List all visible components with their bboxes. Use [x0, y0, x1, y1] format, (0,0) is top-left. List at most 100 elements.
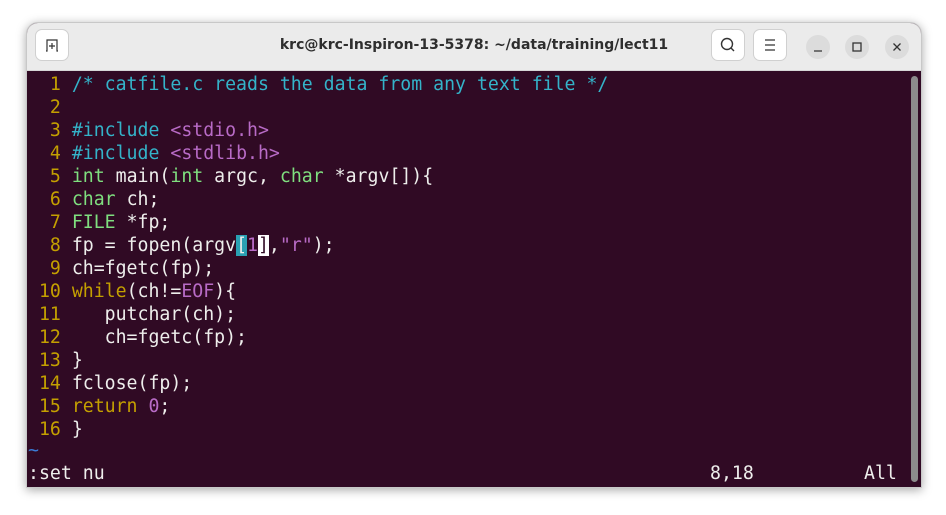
gutter-space [61, 350, 72, 371]
line-number: 13 [28, 350, 61, 371]
empty-line-tilde: ~ [28, 440, 39, 461]
gutter-space [61, 327, 72, 348]
gutter-space [61, 166, 72, 187]
close-icon [893, 43, 901, 51]
code-token: ; [159, 396, 171, 417]
line-number: 2 [28, 97, 61, 118]
code-token: <stdlib.h> [170, 143, 280, 164]
gutter-space [61, 281, 72, 302]
line-number: 3 [28, 120, 61, 141]
code-line[interactable]: 11 putchar(ch); [28, 303, 236, 326]
code-line[interactable]: 2 [28, 96, 72, 119]
code-token: } [71, 350, 83, 371]
code-token: #include [71, 143, 171, 164]
code-token: ch=fgetc(fp); [71, 258, 215, 279]
code-token: fclose(fp); [71, 373, 193, 394]
gutter-space [61, 258, 72, 279]
code-token: #include [71, 120, 171, 141]
code-token: argc, [203, 166, 280, 187]
code-line[interactable]: 10 while(ch!=EOF){ [28, 280, 236, 303]
cursor: ] [257, 235, 269, 256]
code-line[interactable]: 5 int main(int argc, char *argv[]){ [28, 165, 433, 188]
minimize-button[interactable] [806, 35, 830, 59]
code-token: EOF [181, 281, 215, 302]
command-line[interactable]: :set nu [28, 462, 105, 485]
code-token: ch; [115, 189, 160, 210]
maximize-button[interactable] [845, 35, 869, 59]
code-line[interactable]: 3 #include <stdio.h> [28, 119, 269, 142]
cursor-position: 8,18 [710, 463, 754, 484]
code-token: ){ [214, 281, 237, 302]
code-line[interactable]: 12 ch=fgetc(fp); [28, 326, 247, 349]
gutter-space [61, 419, 72, 440]
search-icon [720, 37, 735, 52]
titlebar: krc@krc-Inspiron-13-5378: ~/data/trainin… [27, 23, 921, 71]
code-line[interactable]: 6 char ch; [28, 188, 160, 211]
scrollbar[interactable] [911, 76, 918, 482]
code-token: [ [236, 235, 248, 256]
code-token: return [71, 396, 138, 417]
code-line[interactable]: 14 fclose(fp); [28, 372, 192, 395]
code-line[interactable]: 9 ch=fgetc(fp); [28, 257, 214, 280]
vim-editor[interactable]: 1 /* catfile.c reads the data from any t… [27, 71, 921, 487]
code-token: ); [312, 235, 335, 256]
line-number: 5 [28, 166, 61, 187]
code-line[interactable]: 7 FILE *fp; [28, 211, 170, 234]
code-line[interactable]: 4 #include <stdlib.h> [28, 142, 280, 165]
gutter-space [61, 304, 72, 325]
code-token: fp = fopen(argv [71, 235, 237, 256]
menu-button[interactable] [753, 29, 787, 61]
code-line[interactable]: 16 } [28, 418, 83, 441]
code-token: (ch!= [126, 281, 182, 302]
code-token: putchar(ch); [71, 304, 237, 325]
gutter-space [61, 74, 72, 95]
code-token: *argv[]){ [323, 166, 434, 187]
terminal-window: krc@krc-Inspiron-13-5378: ~/data/trainin… [26, 22, 922, 488]
gutter-space [61, 97, 72, 118]
code-line[interactable]: 13 } [28, 349, 83, 372]
line-number: 11 [28, 304, 61, 325]
line-number: 6 [28, 189, 61, 210]
scroll-position: All [864, 463, 897, 484]
gutter-space [61, 235, 72, 256]
close-button[interactable] [885, 35, 909, 59]
code-token: <stdio.h> [170, 120, 269, 141]
line-number: 8 [28, 235, 61, 256]
code-token: char [71, 189, 116, 210]
code-token: while [71, 281, 127, 302]
line-number: 9 [28, 258, 61, 279]
code-token: } [71, 419, 83, 440]
gutter-space [61, 396, 72, 417]
gutter-space [61, 120, 72, 141]
gutter-space [61, 373, 72, 394]
code-token: *fp; [115, 212, 171, 233]
line-number: 15 [28, 396, 61, 417]
code-token: int [170, 166, 204, 187]
line-number: 7 [28, 212, 61, 233]
code-line[interactable]: 1 /* catfile.c reads the data from any t… [28, 73, 608, 96]
code-token: /* catfile.c reads the data from any tex… [71, 74, 609, 95]
maximize-icon [852, 42, 862, 52]
gutter-space [61, 212, 72, 233]
code-line[interactable]: 15 return 0; [28, 395, 170, 418]
code-token: 1 [247, 235, 258, 256]
code-line[interactable]: 8 fp = fopen(argv[1],"r"); [28, 234, 335, 257]
hamburger-menu-icon [765, 39, 775, 51]
line-number: 1 [28, 74, 61, 95]
code-token: "r" [279, 235, 313, 256]
line-number: 14 [28, 373, 61, 394]
code-token: char [279, 166, 324, 187]
minimize-icon [814, 50, 822, 52]
code-token: ch=fgetc(fp); [71, 327, 248, 348]
code-token: main( [104, 166, 171, 187]
gutter-space [61, 189, 72, 210]
line-number: 4 [28, 143, 61, 164]
search-button[interactable] [711, 29, 745, 61]
gutter-space [61, 143, 72, 164]
line-number: 10 [28, 281, 61, 302]
code-token: int [71, 166, 105, 187]
line-number: 12 [28, 327, 61, 348]
code-token: FILE [71, 212, 116, 233]
line-number: 16 [28, 419, 61, 440]
